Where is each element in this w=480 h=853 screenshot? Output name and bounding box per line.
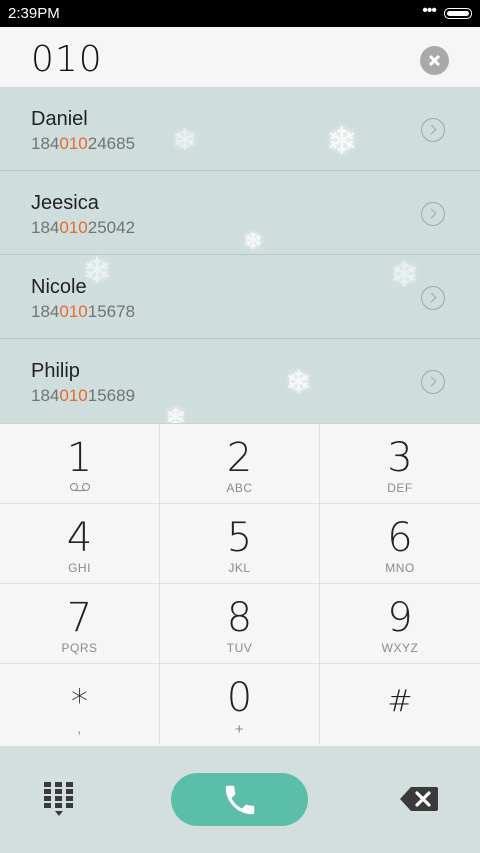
key-6[interactable]: 6 MNO xyxy=(320,504,480,584)
key-hash[interactable]: # xyxy=(320,664,480,744)
phone-match-highlight: 010 xyxy=(59,134,88,153)
key-4[interactable]: 4 GHI xyxy=(0,504,160,584)
key-5[interactable]: 5 JKL xyxy=(160,504,320,584)
status-time: 2:39PM xyxy=(8,5,60,22)
contact-row[interactable]: Nicole 18401015678 xyxy=(0,255,480,339)
notification-dots-icon: ••• xyxy=(422,2,437,19)
contact-name: Philip xyxy=(31,360,80,382)
key-8[interactable]: 8 TUV xyxy=(160,584,320,664)
contact-row[interactable]: Daniel 18401024685 xyxy=(0,87,480,171)
dialed-number: 010 xyxy=(31,39,103,80)
battery-icon xyxy=(444,8,472,19)
voicemail-icon xyxy=(69,483,90,491)
phone-match-highlight: 010 xyxy=(59,302,88,321)
key-7[interactable]: 7 PQRS xyxy=(0,584,160,664)
contact-name: Jeesica xyxy=(31,192,99,214)
bottom-action-bar xyxy=(0,746,480,853)
key-star[interactable]: * , xyxy=(0,664,160,744)
status-bar: 2:39PM ••• xyxy=(0,0,480,27)
dialpad-icon[interactable] xyxy=(42,782,76,818)
chevron-right-circle-icon[interactable] xyxy=(421,202,445,226)
phone-match-highlight: 010 xyxy=(59,218,88,237)
key-3[interactable]: 3 DEF xyxy=(320,424,480,504)
key-9[interactable]: 9 WXYZ xyxy=(320,584,480,664)
chevron-right-circle-icon[interactable] xyxy=(421,286,445,310)
contact-row[interactable]: Jeesica 18401025042 xyxy=(0,171,480,255)
backspace-icon[interactable] xyxy=(399,786,439,812)
chevron-right-circle-icon[interactable] xyxy=(421,370,445,394)
contact-phone: 18401024685 xyxy=(31,134,136,153)
phone-match-highlight: 010 xyxy=(59,386,88,405)
contact-phone: 18401015678 xyxy=(31,302,136,321)
call-button[interactable] xyxy=(171,773,308,826)
contact-suggestion-list: ❄ ❄ ❄ ❄ ❄ ❄ ❄ Daniel 18401024685 Jeesica… xyxy=(0,87,480,423)
key-0[interactable]: 0 + xyxy=(160,664,320,744)
dial-keypad: 1 2 ABC 3 DEF 4 GHI 5 JKL 6 MNO 7 PQRS 8… xyxy=(0,423,480,746)
clear-circle-icon[interactable] xyxy=(420,46,449,75)
contact-phone: 18401025042 xyxy=(31,218,136,237)
contact-row[interactable]: Philip 18401015689 xyxy=(0,339,480,423)
key-1[interactable]: 1 xyxy=(0,424,160,504)
key-2[interactable]: 2 ABC xyxy=(160,424,320,504)
contact-name: Daniel xyxy=(31,108,88,130)
chevron-right-circle-icon[interactable] xyxy=(421,118,445,142)
phone-icon xyxy=(225,785,255,815)
dialed-number-bar: 010 xyxy=(0,27,480,87)
contact-phone: 18401015689 xyxy=(31,386,136,405)
contact-name: Nicole xyxy=(31,276,87,298)
